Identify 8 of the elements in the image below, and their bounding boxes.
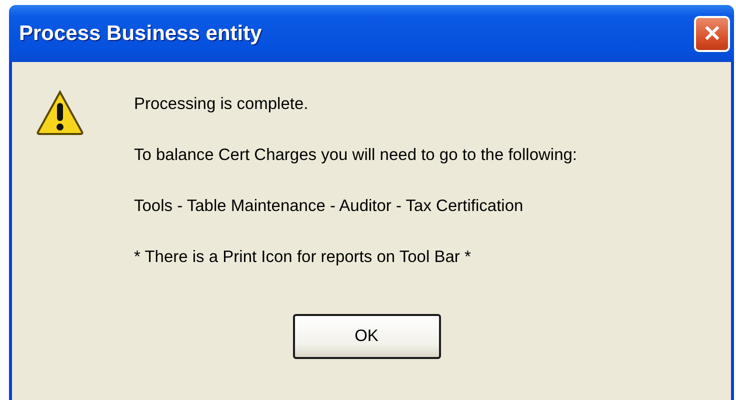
message-text: Processing is complete. [134, 94, 310, 115]
close-button[interactable]: ✕ [694, 16, 730, 52]
window-title: Process Business entity [19, 20, 262, 47]
message-text: To balance Cert Charges you will need to go to the following: [134, 145, 578, 166]
ok-button[interactable]: OK [292, 314, 440, 359]
message-text: Tools - Table Maintenance - Auditor - Tax Certification [134, 196, 524, 217]
warning-icon [36, 90, 84, 136]
message-text: * There is a Print Icon for reports on Tool Bar * [134, 247, 472, 268]
